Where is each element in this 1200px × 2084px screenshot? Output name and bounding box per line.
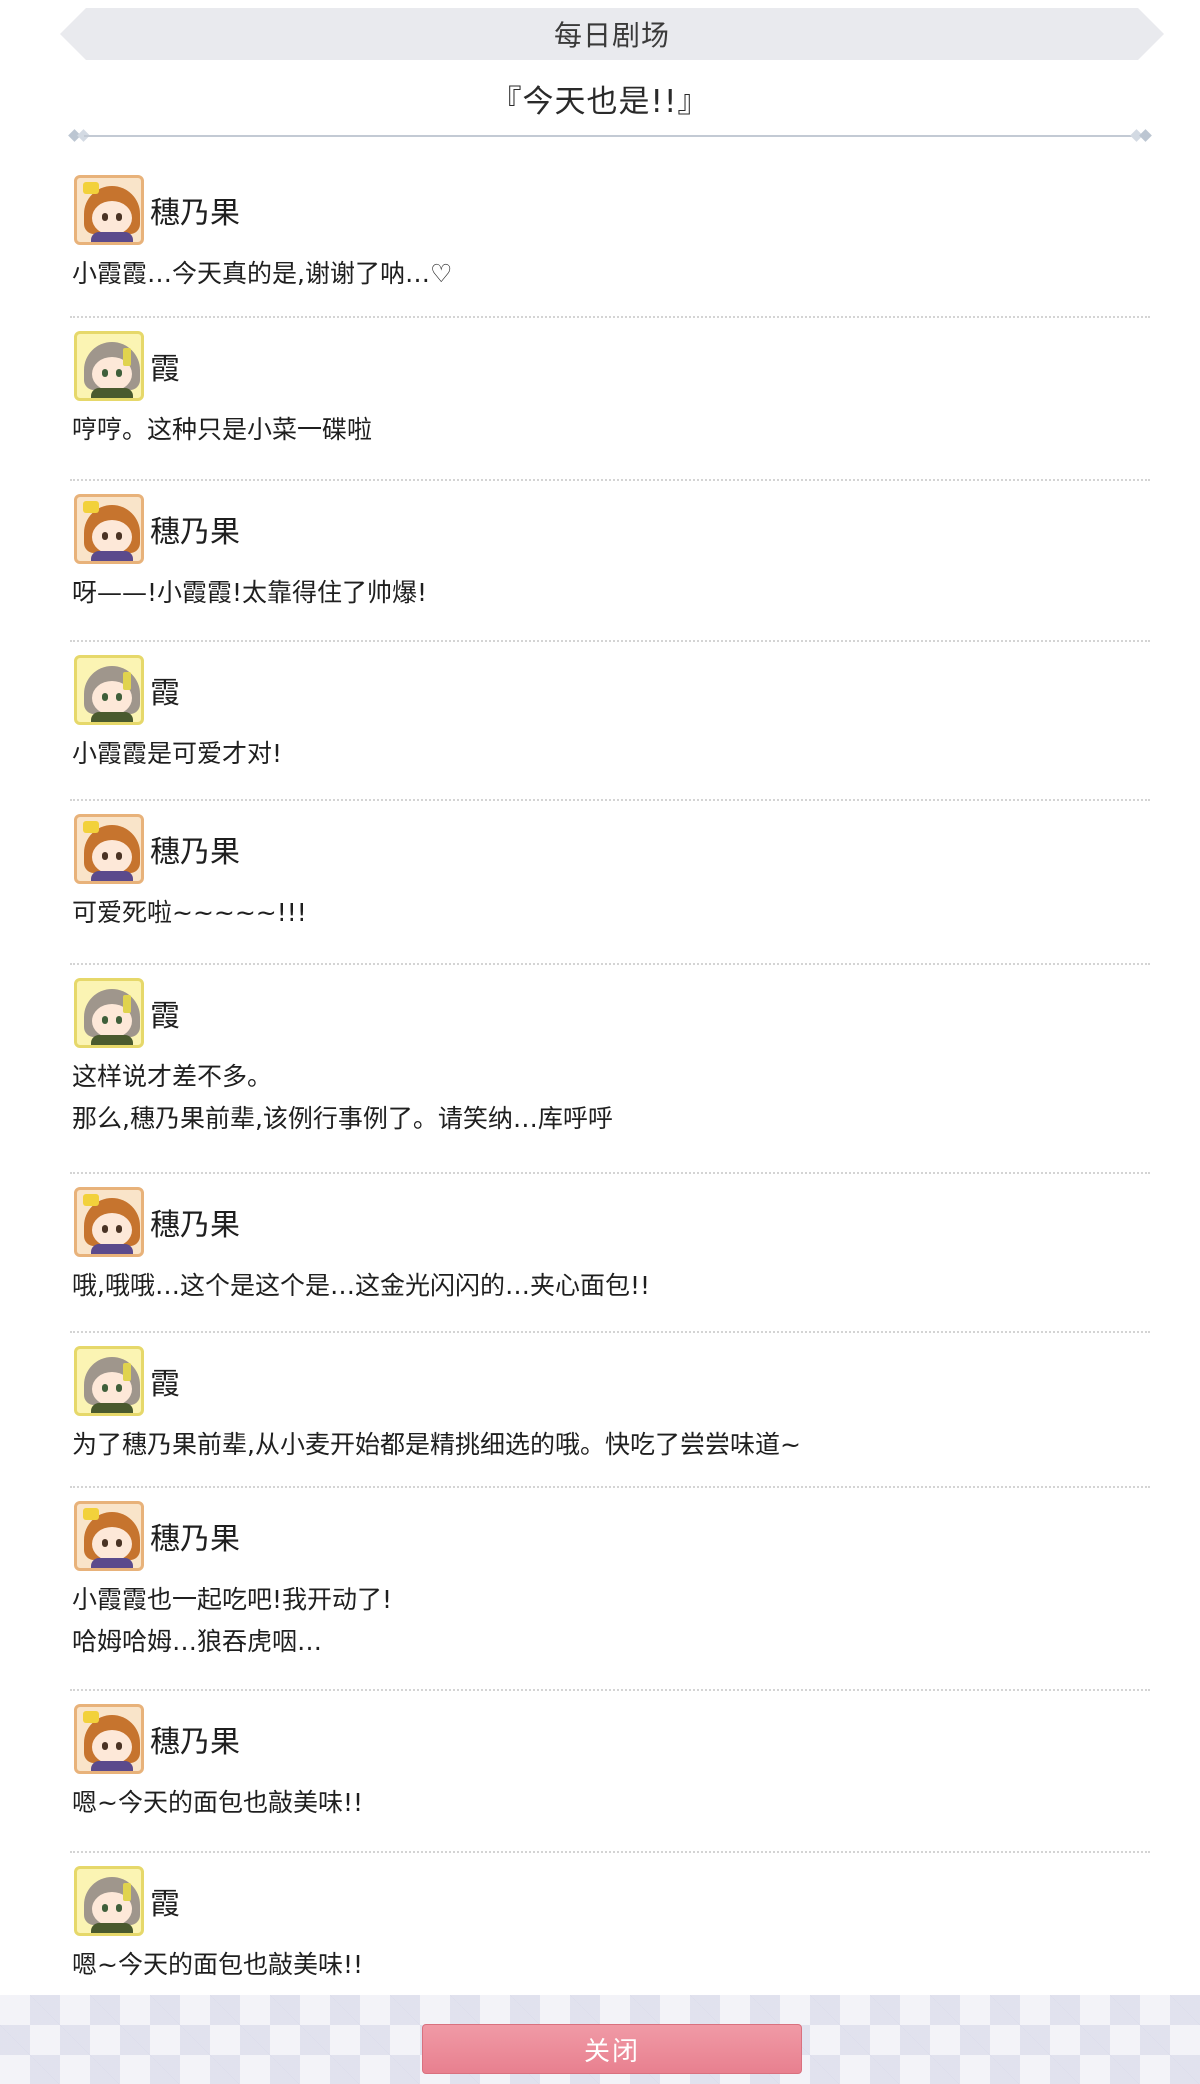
speaker-name: 穗乃果 [150,835,240,870]
speaker-header: 穗乃果 [74,1703,240,1775]
speaker-header: 穗乃果 [74,1186,240,1258]
entry-avatar [74,175,144,245]
dialogue-line: 呀——!小霞霞!太靠得住了帅爆! [72,578,428,607]
dialogue-entry: 穗乃果小霞霞也一起吃吧!我开动了! 哈姆哈姆…狼吞虎咽… [70,1488,1150,1691]
speaker-header: 霞 [74,654,180,726]
entry-avatar [74,814,144,884]
dialogue-line: 哈姆哈姆…狼吞虎咽… [72,1627,323,1656]
dialogue-line: 嗯~今天的面包也敲美味!! [72,1950,363,1979]
speaker-name: 霞 [150,676,180,711]
dialogue-line: 小霞霞是可爱才对! [72,739,283,768]
speaker-header: 穗乃果 [74,813,240,885]
speaker-name: 穗乃果 [150,1208,240,1243]
dialogue-line: 可爱死啦~~~~~!!! [72,898,307,927]
dialogue-entry: 霞为了穗乃果前辈,从小麦开始都是精挑细选的哦。快吃了尝尝味道~ [70,1333,1150,1488]
divider-diamond-icon [1139,129,1152,142]
dialogue-entry: 霞小霞霞是可爱才对! [70,642,1150,801]
speaker-header: 霞 [74,1865,180,1937]
dialogue-line: 那么,穗乃果前辈,该例行事例了。请笑纳…库呼呼 [72,1104,613,1133]
entry-avatar [74,1346,144,1416]
entry-avatar [74,655,144,725]
dialogue-line: 嗯~今天的面包也敲美味!! [72,1788,363,1817]
dialogue-entry: 穗乃果呀——!小霞霞!太靠得住了帅爆! [70,481,1150,642]
entry-avatar [74,1704,144,1774]
dialogue-entry: 穗乃果嗯~今天的面包也敲美味!! [70,1691,1150,1853]
speaker-header: 霞 [74,330,180,402]
dialogue-entry: 霞这样说才差不多。那么,穗乃果前辈,该例行事例了。请笑纳…库呼呼 [70,965,1150,1174]
speaker-header: 穗乃果 [74,1500,240,1572]
dialogue-entry: 穗乃果可爱死啦~~~~~!!! [70,801,1150,965]
speaker-header: 穗乃果 [74,174,240,246]
header-title: 每日剧场 [553,19,670,52]
speaker-name: 穗乃果 [150,1725,240,1760]
entry-avatar [74,1187,144,1257]
speaker-name: 穗乃果 [150,515,240,550]
header-bar: 每日剧场 [60,8,1164,60]
close-button[interactable]: 关闭 [422,2024,802,2074]
drama-title: 『今天也是!!』 [490,84,710,120]
entry-avatar [74,331,144,401]
speaker-name: 霞 [150,999,180,1034]
dialogue-line: 小霞霞也一起吃吧!我开动了! [72,1585,393,1614]
speaker-name: 穗乃果 [150,1522,240,1557]
dialogue-list[interactable]: 穗乃果 小霞霞…今天真的是,谢谢了呐…♡ 霞哼哼。这种只是小菜一碟啦 穗乃果 呀——!小… [70,162,1150,2012]
entry-avatar [74,494,144,564]
entry-avatar [74,1501,144,1571]
title-divider [68,128,1152,144]
dialogue-entry: 穗乃果小霞霞…今天真的是,谢谢了呐…♡ [70,162,1150,318]
dialogue-entry: 霞嗯~今天的面包也敲美味!! [70,1853,1150,2012]
dialogue-line: 为了穗乃果前辈,从小麦开始都是精挑细选的哦。快吃了尝尝味道~ [72,1430,801,1459]
entry-avatar [74,978,144,1048]
speaker-name: 霞 [150,1887,180,1922]
dialogue-entry: 霞哼哼。这种只是小菜一碟啦 [70,318,1150,481]
speaker-header: 霞 [74,1345,180,1417]
speaker-name: 穗乃果 [150,196,240,231]
speaker-header: 穗乃果 [74,493,240,565]
dialogue-line: 这样说才差不多。 [72,1062,273,1091]
speaker-name: 霞 [150,352,180,387]
speaker-name: 霞 [150,1367,180,1402]
speaker-header: 霞 [74,977,180,1049]
dialogue-line: 哼哼。这种只是小菜一碟啦 [72,415,373,444]
dialogue-line: 小霞霞…今天真的是,谢谢了呐…♡ [72,259,453,288]
dialogue-entry: 穗乃果哦,哦哦…这个是这个是…这金光闪闪的…夹心面包!! [70,1174,1150,1333]
entry-avatar [74,1866,144,1936]
dialogue-line: 哦,哦哦…这个是这个是…这金光闪闪的…夹心面包!! [72,1271,650,1300]
